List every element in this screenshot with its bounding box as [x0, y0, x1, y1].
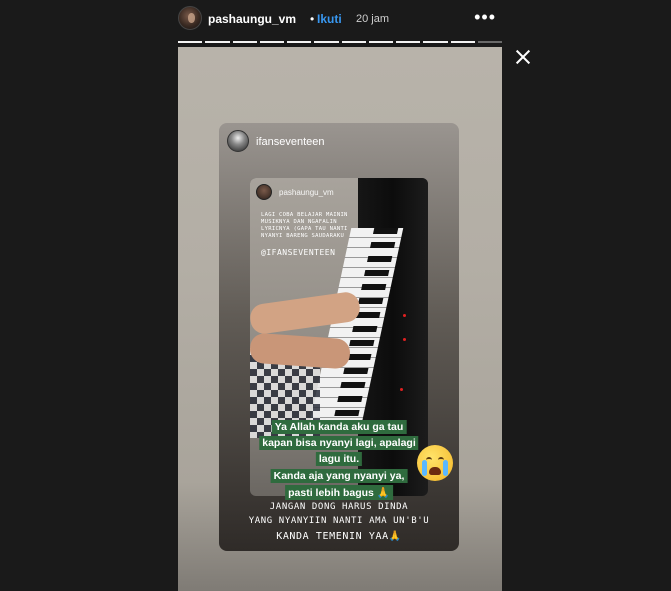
- caption-line: MUSIKNYA DAN NGAFALIN: [261, 219, 337, 225]
- caption-line: LYRICNYA (GAPA TAU NANTI: [261, 226, 348, 232]
- piano-light: [403, 338, 406, 341]
- follow-button[interactable]: Ikuti: [317, 12, 342, 26]
- inner-username: pashaungu_vm: [279, 188, 334, 197]
- overlay-text-line: kapan bisa nyanyi lagi, apalagi: [259, 436, 419, 450]
- repost-username[interactable]: ifanseventeen: [256, 136, 325, 148]
- close-icon[interactable]: [513, 47, 533, 67]
- progress-segment: [477, 41, 502, 43]
- progress-segment: [450, 41, 475, 43]
- separator-dot: •: [310, 12, 315, 26]
- repost-avatar[interactable]: [227, 130, 249, 152]
- crying-face-icon: [417, 445, 453, 481]
- reply-text-line: KANDA TEMENIN YAA🙏: [276, 531, 402, 542]
- story-header: pashaungu_vm • Ikuti 20 jam •••: [178, 4, 502, 32]
- progress-segment: [396, 41, 421, 43]
- progress-segment: [341, 41, 366, 43]
- overlay-text-line: pasti lebih bagus 🙏: [285, 485, 393, 500]
- overlay-text-line: lagu itu.: [315, 452, 363, 466]
- caption-line: LAGI COBA BELAJAR MAININ: [261, 212, 348, 218]
- progress-segment: [368, 41, 393, 43]
- overlay-text-line: Ya Allah kanda aku ga tau: [271, 420, 407, 434]
- overlay-text-line: Kanda aja yang nyanyi ya,: [270, 469, 408, 483]
- inner-caption: LAGI COBA BELAJAR MAININ MUSIKNYA DAN NG…: [261, 212, 356, 240]
- progress-segment: [205, 41, 230, 43]
- progress-segment: [232, 41, 257, 43]
- reposted-story-card[interactable]: ifanseventeen pashaungu_vm LAGI COBA BEL…: [219, 123, 459, 551]
- progress-segment: [423, 41, 448, 43]
- progress-segment: [314, 41, 339, 43]
- mention-tag: @IFANSEVENTEEN: [261, 248, 336, 257]
- progress-segment: [259, 41, 284, 43]
- story-progress-bar: [178, 41, 502, 43]
- inner-avatar: [256, 184, 272, 200]
- username-link[interactable]: pashaungu_vm: [208, 12, 296, 26]
- progress-segment: [178, 41, 203, 43]
- caption-line: NYANYI BARENG SAUDARAKU: [261, 233, 345, 239]
- piano-light: [403, 314, 406, 317]
- story-frame[interactable]: ifanseventeen pashaungu_vm LAGI COBA BEL…: [178, 47, 502, 591]
- more-horizontal-icon[interactable]: •••: [474, 8, 496, 26]
- avatar[interactable]: [178, 6, 202, 30]
- piano-light: [400, 388, 403, 391]
- reply-text-line: JANGAN DONG HARUS DINDA: [269, 502, 409, 512]
- reply-text-line: YANG NYANYIIN NANTI AMA UN'B'U: [248, 516, 430, 526]
- progress-segment: [287, 41, 312, 43]
- post-time: 20 jam: [356, 13, 390, 25]
